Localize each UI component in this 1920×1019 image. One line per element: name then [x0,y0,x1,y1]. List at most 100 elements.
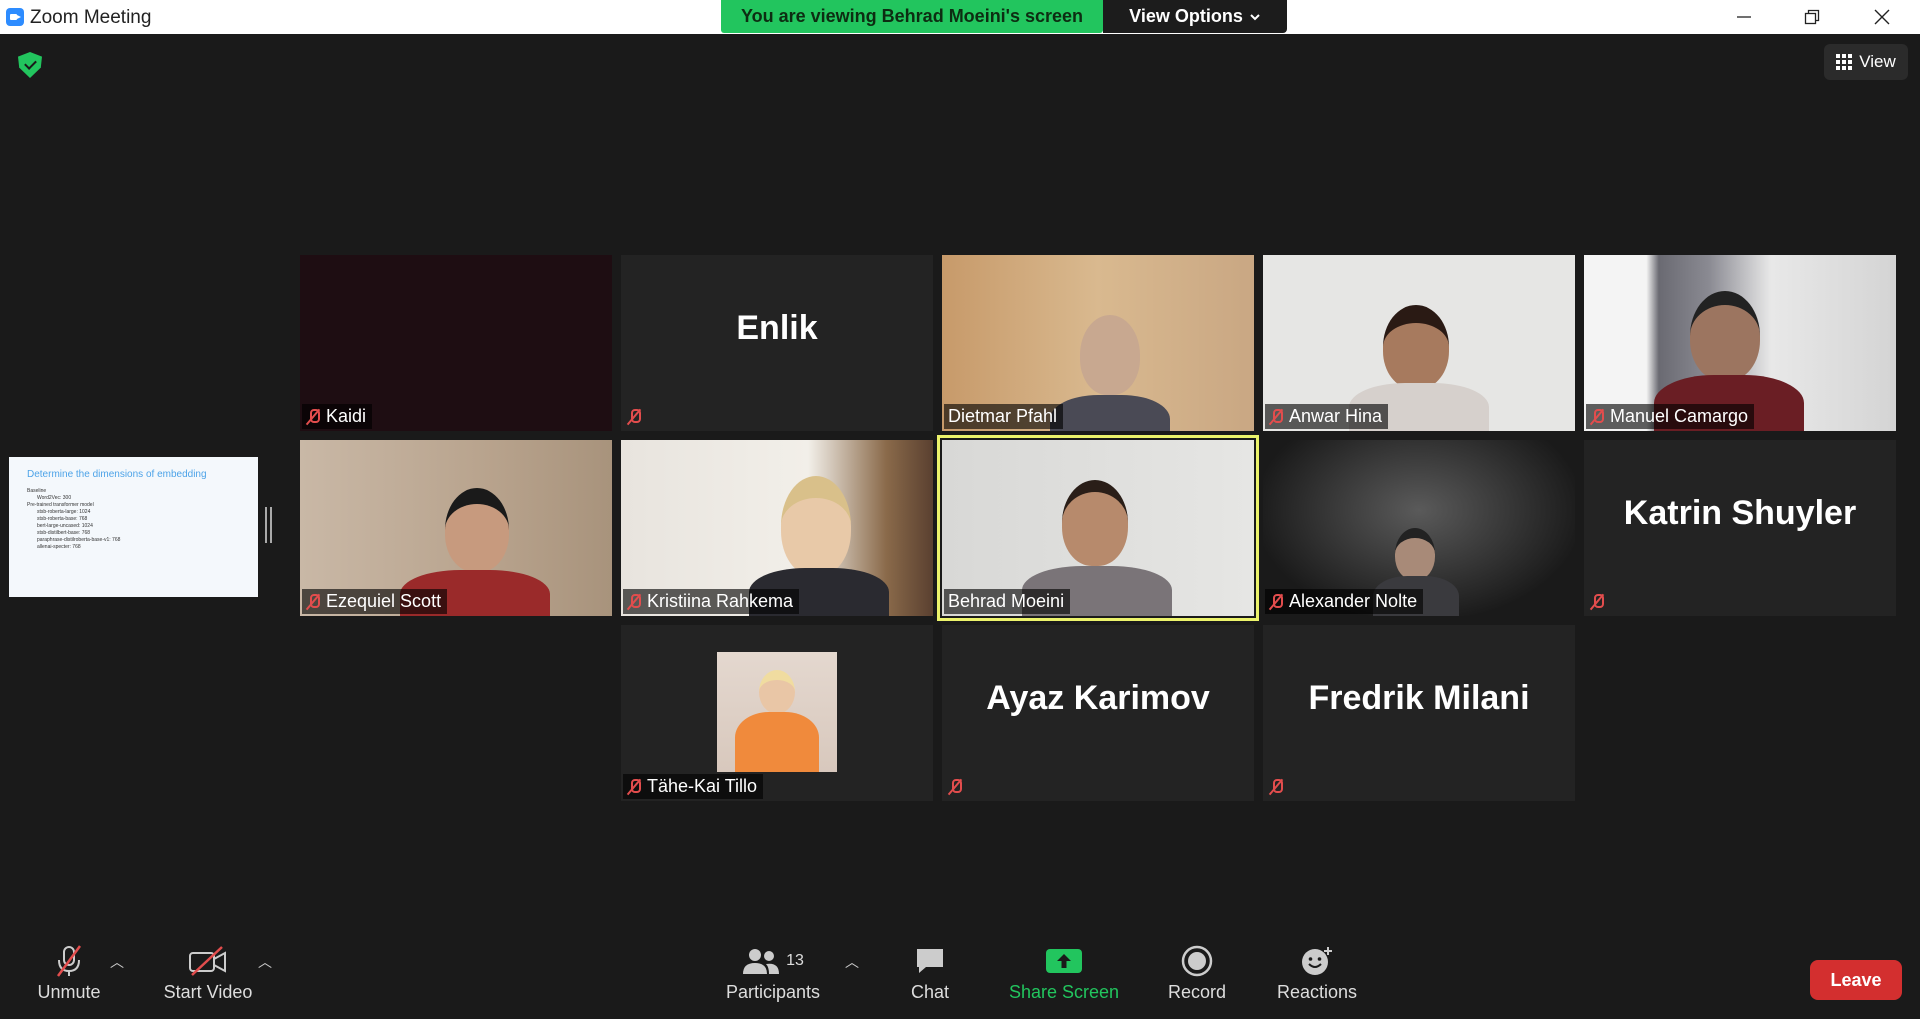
participant-tile[interactable]: Tähe-Kai Tillo [621,625,933,801]
participant-name: Kristiina Rahkema [647,591,794,611]
slide-bullet: Baseline [27,488,47,494]
participant-label: Alexander Nolte [1265,589,1424,614]
participant-label: Behrad Moeini [944,589,1071,614]
participant-display-name: Katrin Shuyler [1623,493,1857,532]
profile-photo [717,652,837,772]
participant-tile[interactable]: Katrin Shuyler [1584,440,1896,616]
participant-video [1062,480,1128,566]
participants-button[interactable]: 13 Participants [718,940,828,1019]
unmute-label: Unmute [37,982,101,1002]
muted-mic-icon [627,778,641,796]
participants-icon-group: 13 [742,940,804,982]
muted-mic-icon [627,408,641,426]
chat-button[interactable]: Chat [890,940,970,1019]
start-video-button[interactable]: Start Video [155,940,261,1019]
slide-bullet: Word2Vec: 300 [37,495,72,501]
restore-button[interactable] [1778,0,1846,34]
window-title: Zoom Meeting [30,7,152,28]
participant-tile[interactable]: Kristiina Rahkema [621,440,933,616]
close-icon [1874,9,1890,25]
participant-label: Manuel Camargo [1586,404,1755,429]
slide-heading: Determine the dimensions of embedding [27,469,207,480]
view-button[interactable]: View [1824,44,1908,80]
participant-video-body [1050,395,1170,431]
share-screen-label: Share Screen [1008,982,1120,1002]
video-options-caret[interactable]: ︿ [258,952,272,972]
start-video-label: Start Video [163,982,253,1002]
audio-options-caret[interactable]: ︿ [110,952,124,972]
participant-name: Behrad Moeini [948,591,1065,611]
view-options-button[interactable]: View Options [1103,0,1287,33]
unmute-button[interactable]: Unmute [26,940,112,1019]
participant-label: Kristiina Rahkema [623,589,800,614]
zoom-app-icon [6,8,24,26]
minimize-icon [1737,16,1751,18]
participant-tile[interactable]: Alexander Nolte [1263,440,1575,616]
participant-label [1586,589,1610,614]
participant-video [1383,305,1449,389]
shared-screen-thumbnail[interactable]: Determine the dimensions of embedding Ba… [9,457,258,597]
record-button[interactable]: Record [1157,940,1237,1019]
participant-name: Anwar Hina [1289,406,1383,426]
participants-label: Participants [725,982,821,1002]
participant-label: Ezequiel Scott [302,589,448,614]
minimize-button[interactable] [1710,0,1778,34]
muted-mic-icon [1269,408,1283,426]
security-shield-icon[interactable] [18,52,42,78]
participant-tile[interactable]: Ezequiel Scott [300,440,612,616]
profile-photo-body [735,712,819,772]
participant-tile[interactable]: Kaidi [300,255,612,431]
chat-label: Chat [910,982,950,1002]
participant-video [1395,528,1435,580]
participant-label [623,404,647,429]
slide-bullet: Pre-trained transformer model [27,502,94,508]
participant-label: Dietmar Pfahl [944,404,1064,429]
reactions-icon [1300,940,1334,982]
participant-label: Anwar Hina [1265,404,1389,429]
muted-mic-icon [1269,593,1283,611]
split-drag-handle[interactable] [265,507,272,543]
close-window-button[interactable] [1848,0,1916,34]
muted-mic-icon [306,593,320,611]
participant-name: Ezequiel Scott [326,591,442,611]
participant-name: Tähe-Kai Tillo [647,776,758,796]
grid-icon [1836,54,1853,70]
slide-bullet: bert-large-uncased: 1024 [37,523,93,529]
participant-video [1690,291,1760,381]
participant-tile-active-speaker[interactable]: Behrad Moeini [937,435,1259,621]
participant-label: Kaidi [302,404,373,429]
share-screen-icon [1045,940,1083,982]
muted-mic-icon [1590,593,1604,611]
participant-name: Kaidi [326,406,367,426]
participant-video [781,476,851,576]
muted-microphone-icon [53,940,85,982]
view-options-label: View Options [1129,6,1243,26]
leave-meeting-button[interactable]: Leave [1810,960,1902,1000]
participant-display-name: Fredrik Milani [1308,678,1530,717]
participant-tile[interactable]: Dietmar Pfahl [942,255,1254,431]
video-off-icon [188,940,228,982]
chevron-down-icon [1250,13,1260,20]
muted-mic-icon [1269,778,1283,796]
participant-video [445,488,509,572]
participant-tile[interactable]: Ayaz Karimov [942,625,1254,801]
participant-video [1080,315,1140,395]
restore-icon [1804,9,1820,25]
record-label: Record [1167,982,1227,1002]
participant-count: 13 [786,952,804,969]
meeting-toolbar: Unmute ︿ Start Video ︿ 13 Participants ︿… [0,940,1920,1019]
slide-bullet: paraphrase-distilroberta-base-v1: 768 [37,537,121,543]
reactions-button[interactable]: Reactions [1272,940,1362,1019]
participant-label [1265,774,1289,799]
participant-tile[interactable]: Manuel Camargo [1584,255,1896,431]
participant-tile[interactable]: Anwar Hina [1263,255,1575,431]
participant-name: Dietmar Pfahl [948,406,1058,426]
muted-mic-icon [306,408,320,426]
participant-tile[interactable]: Enlik [621,255,933,431]
share-screen-button[interactable]: Share Screen [1004,940,1124,1019]
slide-bullets: Baseline Word2Vec: 300 Pre-trained trans… [27,488,240,551]
slide-bullet: stsb-roberta-base: 768 [37,516,88,522]
participants-options-caret[interactable]: ︿ [845,952,859,972]
profile-photo-head [759,670,795,714]
participant-tile[interactable]: Fredrik Milani [1263,625,1575,801]
